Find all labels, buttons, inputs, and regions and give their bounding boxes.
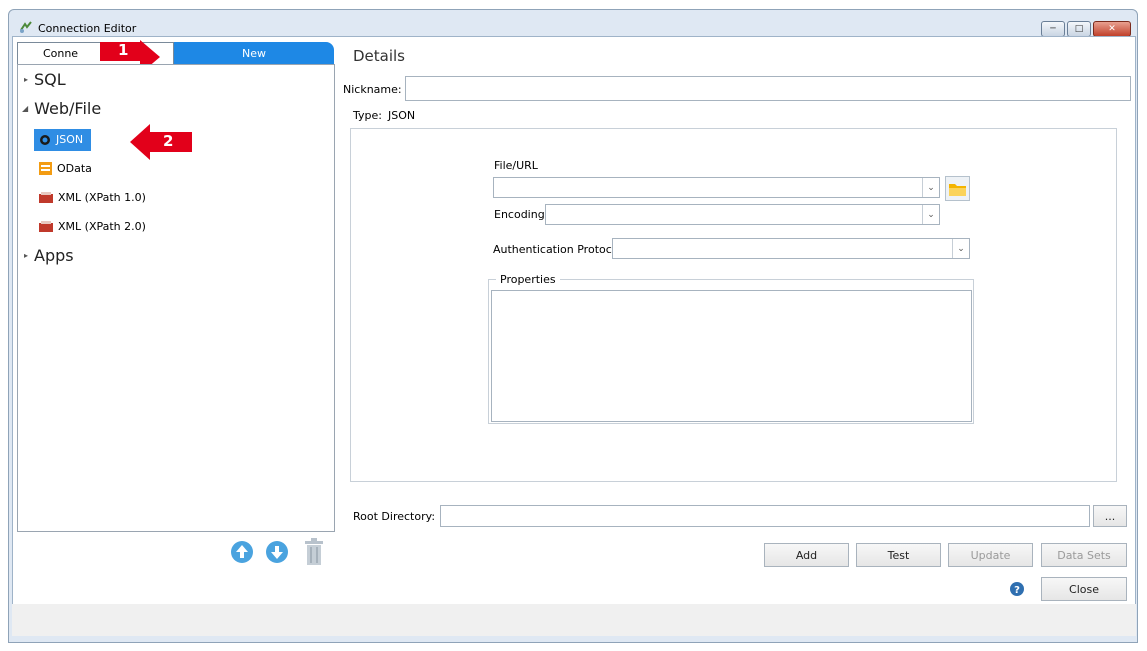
- window-title: Connection Editor: [38, 22, 137, 35]
- minimize-button[interactable]: ─: [1041, 21, 1065, 37]
- tree-item-odata[interactable]: OData: [39, 162, 92, 175]
- close-button[interactable]: Close: [1041, 577, 1127, 601]
- minimize-icon: ─: [1050, 24, 1056, 34]
- properties-label: Properties: [496, 273, 560, 286]
- callout-2-label: 2: [163, 132, 174, 150]
- close-window-button[interactable]: ✕: [1093, 21, 1131, 37]
- auth-protocol-label: Authentication Protocol: [493, 243, 622, 256]
- move-up-icon[interactable]: [230, 540, 254, 564]
- folder-browse-icon[interactable]: [945, 176, 970, 201]
- chevron-down-icon[interactable]: ⌄: [922, 205, 939, 224]
- tab-connections-label: Conne: [42, 47, 79, 60]
- tree-item-odata-label: OData: [57, 162, 92, 175]
- xml-icon: [39, 220, 53, 232]
- tree-item-xml-xpath2[interactable]: XML (XPath 2.0): [39, 220, 146, 233]
- details-heading: Details: [353, 47, 406, 65]
- tree-category-webfile[interactable]: ◢ Web/File: [22, 99, 101, 118]
- root-directory-label: Root Directory:: [353, 510, 436, 523]
- collapse-arrow-icon: ◢: [22, 104, 29, 113]
- tree-item-json[interactable]: JSON: [39, 133, 83, 146]
- trash-icon[interactable]: [303, 538, 325, 566]
- help-icon[interactable]: ?: [1009, 581, 1025, 597]
- chevron-down-icon[interactable]: ⌄: [922, 178, 939, 197]
- json-icon: [40, 134, 50, 145]
- update-button[interactable]: Update: [948, 543, 1033, 567]
- xml-icon: [39, 191, 53, 203]
- callout-2: 2: [130, 124, 194, 160]
- tab-new[interactable]: New: [174, 42, 334, 64]
- auth-protocol-combo[interactable]: ⌄: [612, 238, 970, 259]
- maximize-button[interactable]: □: [1067, 21, 1091, 37]
- file-url-label: File/URL: [494, 159, 538, 172]
- data-sets-button[interactable]: Data Sets: [1041, 543, 1127, 567]
- tree-item-xml-xpath2-label: XML (XPath 2.0): [58, 220, 146, 233]
- chevron-down-icon[interactable]: ⌄: [952, 239, 969, 258]
- tree-category-apps-label: Apps: [34, 246, 74, 265]
- svg-text:?: ?: [1014, 585, 1020, 596]
- type-label: Type:: [353, 109, 382, 122]
- add-button[interactable]: Add: [764, 543, 849, 567]
- close-icon: ✕: [1108, 24, 1116, 34]
- nickname-label: Nickname:: [343, 83, 402, 96]
- properties-box[interactable]: [491, 290, 972, 422]
- tab-new-label: New: [242, 46, 266, 60]
- expand-arrow-icon: ▸: [24, 251, 29, 260]
- expand-arrow-icon: ▸: [24, 75, 29, 84]
- tree-category-webfile-label: Web/File: [34, 99, 102, 118]
- tree-item-xml-xpath1[interactable]: XML (XPath 1.0): [39, 191, 146, 204]
- tree-item-json-label: JSON: [56, 133, 84, 146]
- encoding-combo[interactable]: ⌄: [545, 204, 940, 225]
- odata-icon: [39, 162, 52, 175]
- callout-1-label: 1: [118, 41, 129, 59]
- connection-editor-icon: [20, 21, 32, 33]
- file-url-combo[interactable]: ⌄: [493, 177, 940, 198]
- tree-category-sql[interactable]: ▸ SQL: [24, 70, 66, 89]
- tree-category-apps[interactable]: ▸ Apps: [24, 246, 74, 265]
- move-down-icon[interactable]: [265, 540, 289, 564]
- tree-item-xml-xpath1-label: XML (XPath 1.0): [58, 191, 146, 204]
- root-directory-input[interactable]: [440, 505, 1090, 527]
- nickname-input[interactable]: [405, 76, 1131, 101]
- encoding-label: Encoding:: [494, 208, 549, 221]
- status-bar: [12, 604, 1136, 636]
- browse-root-button[interactable]: ...: [1093, 505, 1127, 527]
- type-value: JSON: [388, 109, 416, 122]
- maximize-icon: □: [1074, 24, 1084, 34]
- test-button[interactable]: Test: [856, 543, 941, 567]
- tree-category-sql-label: SQL: [34, 70, 66, 89]
